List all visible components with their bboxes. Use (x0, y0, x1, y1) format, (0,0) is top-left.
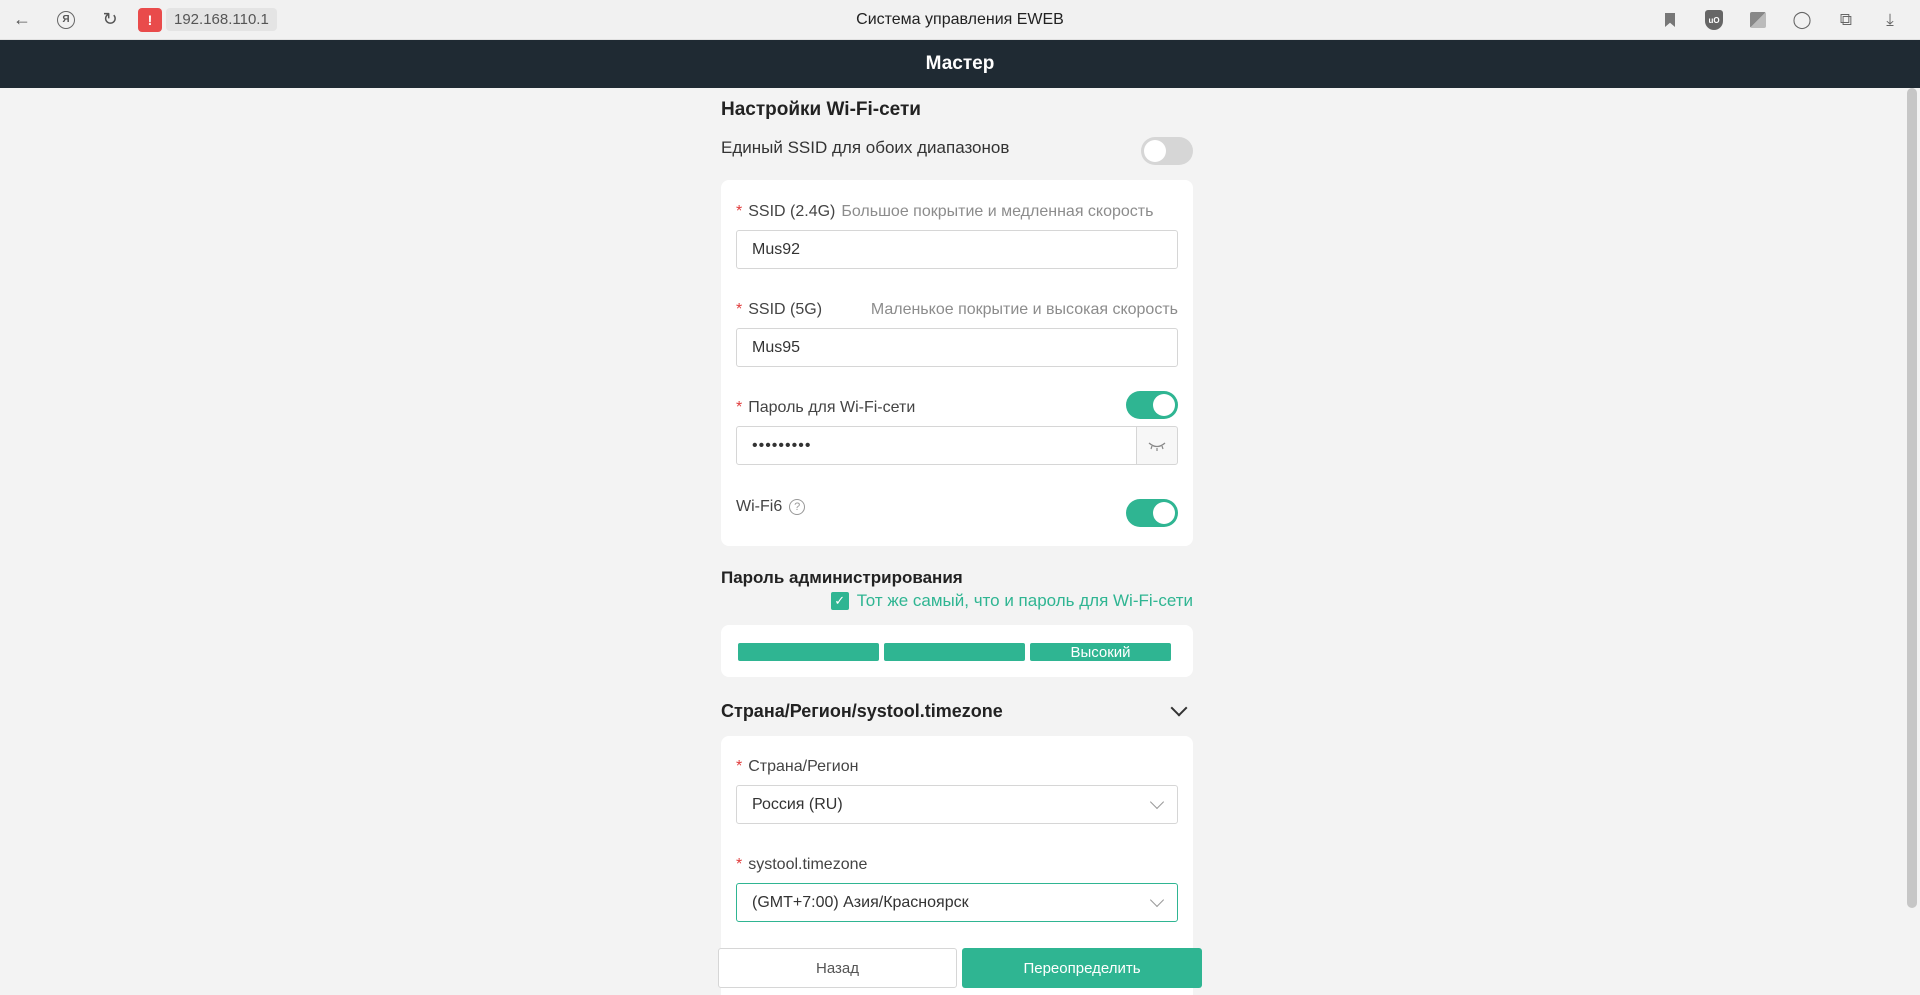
checkbox-checked-icon[interactable]: ✓ (830, 592, 849, 610)
eye-closed-icon (1148, 441, 1166, 451)
wifi-password-label: Пароль для Wi-Fi-сети (748, 399, 916, 416)
extension-square-icon[interactable] (1736, 0, 1780, 40)
chevron-down-icon (1149, 794, 1165, 810)
wifi-password-value: ••••••••• (752, 436, 812, 454)
download-icon[interactable]: ⤓ (1868, 0, 1912, 40)
back-button[interactable]: Назад (718, 948, 957, 988)
app-header: Мастер (0, 40, 1920, 88)
required-mark: * (736, 301, 743, 318)
admin-section-title: Пароль администрирования (721, 568, 963, 587)
ssid24-value: Mus92 (752, 240, 801, 258)
country-select[interactable]: Россия (RU) (736, 785, 1178, 824)
required-mark: * (736, 203, 743, 220)
country-label-row: * Страна/Регион (736, 758, 858, 776)
timezone-label-row: * systool.timezone (736, 856, 867, 874)
unified-ssid-toggle[interactable] (1141, 137, 1193, 165)
yandex-icon[interactable]: Я (44, 0, 88, 40)
wifi-password-toggle[interactable] (1126, 391, 1178, 419)
country-label: Страна/Регион (748, 758, 859, 775)
show-password-button[interactable] (1136, 426, 1178, 465)
strength-bar-3: Высокий (1030, 643, 1171, 661)
strength-bar-1 (738, 643, 879, 661)
page-scrollbar[interactable] (1904, 88, 1920, 995)
address-bar[interactable]: ! 192.168.110.1 (138, 7, 277, 32)
timezone-value: (GMT+7:00) Азия/Красноярск (752, 893, 969, 911)
same-password-label: Тот же самый, что и пароль для Wi-Fi-сет… (856, 591, 1193, 610)
ssid5-input[interactable]: Mus95 (736, 328, 1178, 367)
password-strength-card: Высокий (721, 625, 1193, 677)
timezone-select[interactable]: (GMT+7:00) Азия/Красноярск (736, 883, 1178, 922)
ssid24-input[interactable]: Mus92 (736, 230, 1178, 269)
ssid5-label: SSID (5G) (748, 301, 823, 318)
back-arrow-icon[interactable]: ← (0, 0, 44, 40)
wifi6-label-row: Wi-Fi6 ? (736, 498, 806, 516)
toggle-knob (1153, 394, 1175, 416)
strength-label: Высокий (1070, 643, 1131, 661)
ssid5-hint: Маленькое покрытие и высокая скорость (870, 301, 1178, 318)
security-warning-icon[interactable]: ! (138, 7, 162, 32)
required-mark: * (736, 856, 743, 873)
wifi6-label: Wi-Fi6 (736, 498, 783, 515)
unified-ssid-label: Единый SSID для обоих диапазонов (721, 138, 1010, 157)
scrollbar-thumb[interactable] (1907, 88, 1917, 908)
help-icon[interactable]: ? (789, 499, 806, 515)
wifi-section-title: Настройки Wi-Fi-сети (721, 99, 921, 120)
wifi-password-input[interactable]: ••••••••• (736, 426, 1137, 465)
required-mark: * (736, 399, 743, 416)
lightbulb-icon[interactable]: ◯ (1780, 0, 1824, 40)
wifi-settings-card: * SSID (2.4G) Большое покрытие и медленн… (721, 180, 1193, 546)
region-section-title: Страна/Регион/systool.timezone (721, 701, 1003, 721)
page-title: Мастер (925, 53, 995, 74)
collapse-chevron-icon[interactable] (1170, 699, 1188, 717)
ssid5-value: Mus95 (752, 338, 801, 356)
ssid24-hint: Большое покрытие и медленная скорость (841, 203, 1154, 220)
override-button[interactable]: Переопределить (962, 948, 1202, 988)
timezone-label: systool.timezone (748, 856, 868, 873)
ssid24-label: SSID (2.4G) (748, 203, 836, 220)
ssid5-label-row: * SSID (5G) Маленькое покрытие и высокая… (736, 301, 1178, 319)
wifi-password-label-row: * Пароль для Wi-Fi-сети (736, 399, 915, 417)
toggle-knob (1153, 502, 1175, 524)
address-url[interactable]: 192.168.110.1 (166, 8, 277, 31)
strength-bar-2 (884, 643, 1025, 661)
chevron-down-icon (1149, 892, 1165, 908)
wifi6-toggle[interactable] (1126, 499, 1178, 527)
toggle-knob (1144, 140, 1166, 162)
same-password-checkbox-row[interactable]: ✓ Тот же самый, что и пароль для Wi-Fi-с… (830, 591, 1193, 611)
browser-extension-icons: uO ◯ ⧉ ⤓ (1648, 0, 1912, 40)
reload-icon[interactable]: ↻ (88, 0, 132, 40)
browser-toolbar: ← Я ↻ ! 192.168.110.1 (0, 0, 1920, 40)
collections-icon[interactable]: ⧉ (1824, 0, 1868, 40)
country-value: Россия (RU) (752, 795, 843, 813)
ublock-shield-icon[interactable]: uO (1692, 0, 1736, 40)
bookmark-icon[interactable] (1648, 0, 1692, 40)
ssid24-label-row: * SSID (2.4G) Большое покрытие и медленн… (736, 203, 1178, 221)
required-mark: * (736, 758, 743, 775)
